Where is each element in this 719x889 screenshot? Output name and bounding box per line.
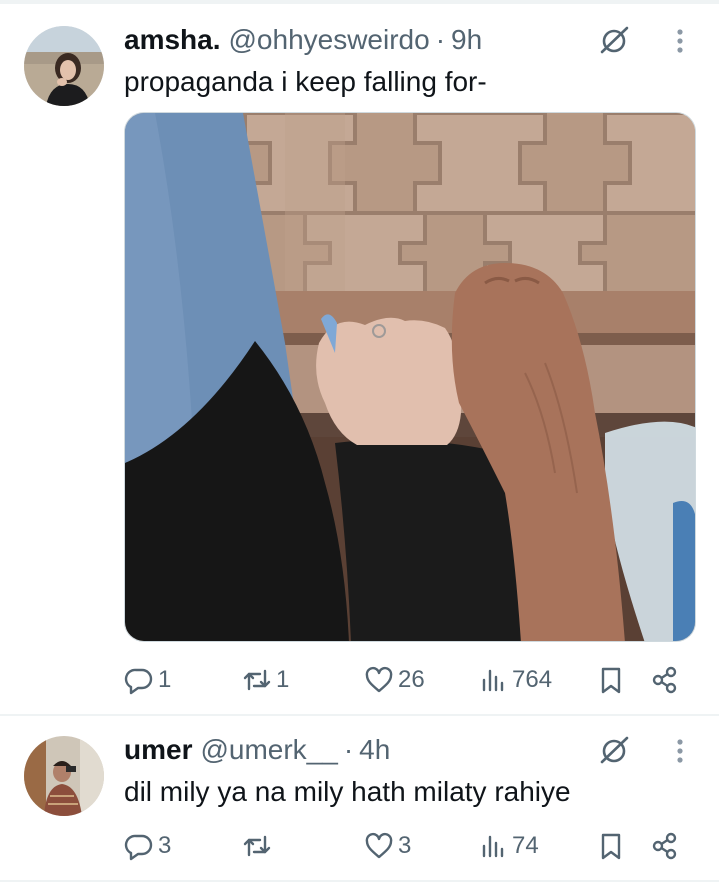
tweet-photo[interactable] xyxy=(124,112,696,642)
like-count: 3 xyxy=(398,832,412,859)
reply-button[interactable]: 1 xyxy=(124,660,171,700)
share-icon xyxy=(652,666,677,694)
reply-button[interactable]: 3 xyxy=(124,826,171,866)
display-name[interactable]: amsha. xyxy=(124,22,221,58)
bookmark-icon xyxy=(601,667,621,694)
repost-icon xyxy=(243,835,271,857)
repost-count: 1 xyxy=(276,666,290,693)
reply-icon xyxy=(124,834,153,861)
like-count: 26 xyxy=(398,666,425,693)
separator-dot: · xyxy=(343,734,354,765)
handle[interactable]: @ohhyesweirdo xyxy=(229,22,430,58)
like-button[interactable]: 26 xyxy=(364,660,425,700)
avatar[interactable] xyxy=(24,26,104,106)
handle[interactable]: @umerk__ xyxy=(200,732,337,768)
tweet-text: dil mily ya na mily hath milaty rahiye xyxy=(124,776,571,807)
reply-count: 1 xyxy=(158,666,172,693)
timestamp[interactable]: 9h xyxy=(451,22,482,58)
share-button[interactable] xyxy=(650,826,680,866)
views-icon xyxy=(482,669,504,692)
tweet[interactable]: umer @umerk__ · 4h dil mily ya na mily h… xyxy=(0,716,719,884)
top-divider xyxy=(0,0,719,4)
reply-count: 3 xyxy=(158,832,172,859)
grok-icon[interactable] xyxy=(596,22,632,58)
tweet-header: amsha. @ohhyesweirdo · 9h xyxy=(124,22,482,58)
share-icon xyxy=(652,832,677,860)
bottom-divider xyxy=(0,880,719,882)
like-icon xyxy=(365,666,393,693)
tweet-text: propaganda i keep falling for- xyxy=(124,66,487,97)
share-button[interactable] xyxy=(650,660,680,700)
separator-dot: · xyxy=(435,24,446,55)
like-button[interactable]: 3 xyxy=(364,826,411,866)
action-bar: 1 1 26 764 xyxy=(124,660,696,700)
views-count: 74 xyxy=(512,832,539,859)
more-icon[interactable] xyxy=(668,732,692,768)
views-count: 764 xyxy=(512,666,553,693)
more-icon[interactable] xyxy=(668,22,692,58)
display-name[interactable]: umer xyxy=(124,732,192,768)
action-bar: 3 3 74 xyxy=(124,826,696,866)
repost-button[interactable] xyxy=(242,826,276,866)
avatar[interactable] xyxy=(24,736,104,816)
bookmark-button[interactable] xyxy=(596,660,626,700)
bookmark-button[interactable] xyxy=(596,826,626,866)
repost-button[interactable]: 1 xyxy=(242,660,289,700)
grok-icon[interactable] xyxy=(596,732,632,768)
views-button[interactable]: 764 xyxy=(478,660,552,700)
like-icon xyxy=(365,832,393,859)
views-icon xyxy=(482,835,504,858)
views-button[interactable]: 74 xyxy=(478,826,539,866)
tweet[interactable]: amsha. @ohhyesweirdo · 9h propaganda i k… xyxy=(0,8,719,714)
tweet-header: umer @umerk__ · 4h xyxy=(124,732,390,768)
reply-icon xyxy=(124,668,153,695)
timestamp[interactable]: 4h xyxy=(359,732,390,768)
bookmark-icon xyxy=(601,833,621,860)
repost-icon xyxy=(243,669,271,691)
